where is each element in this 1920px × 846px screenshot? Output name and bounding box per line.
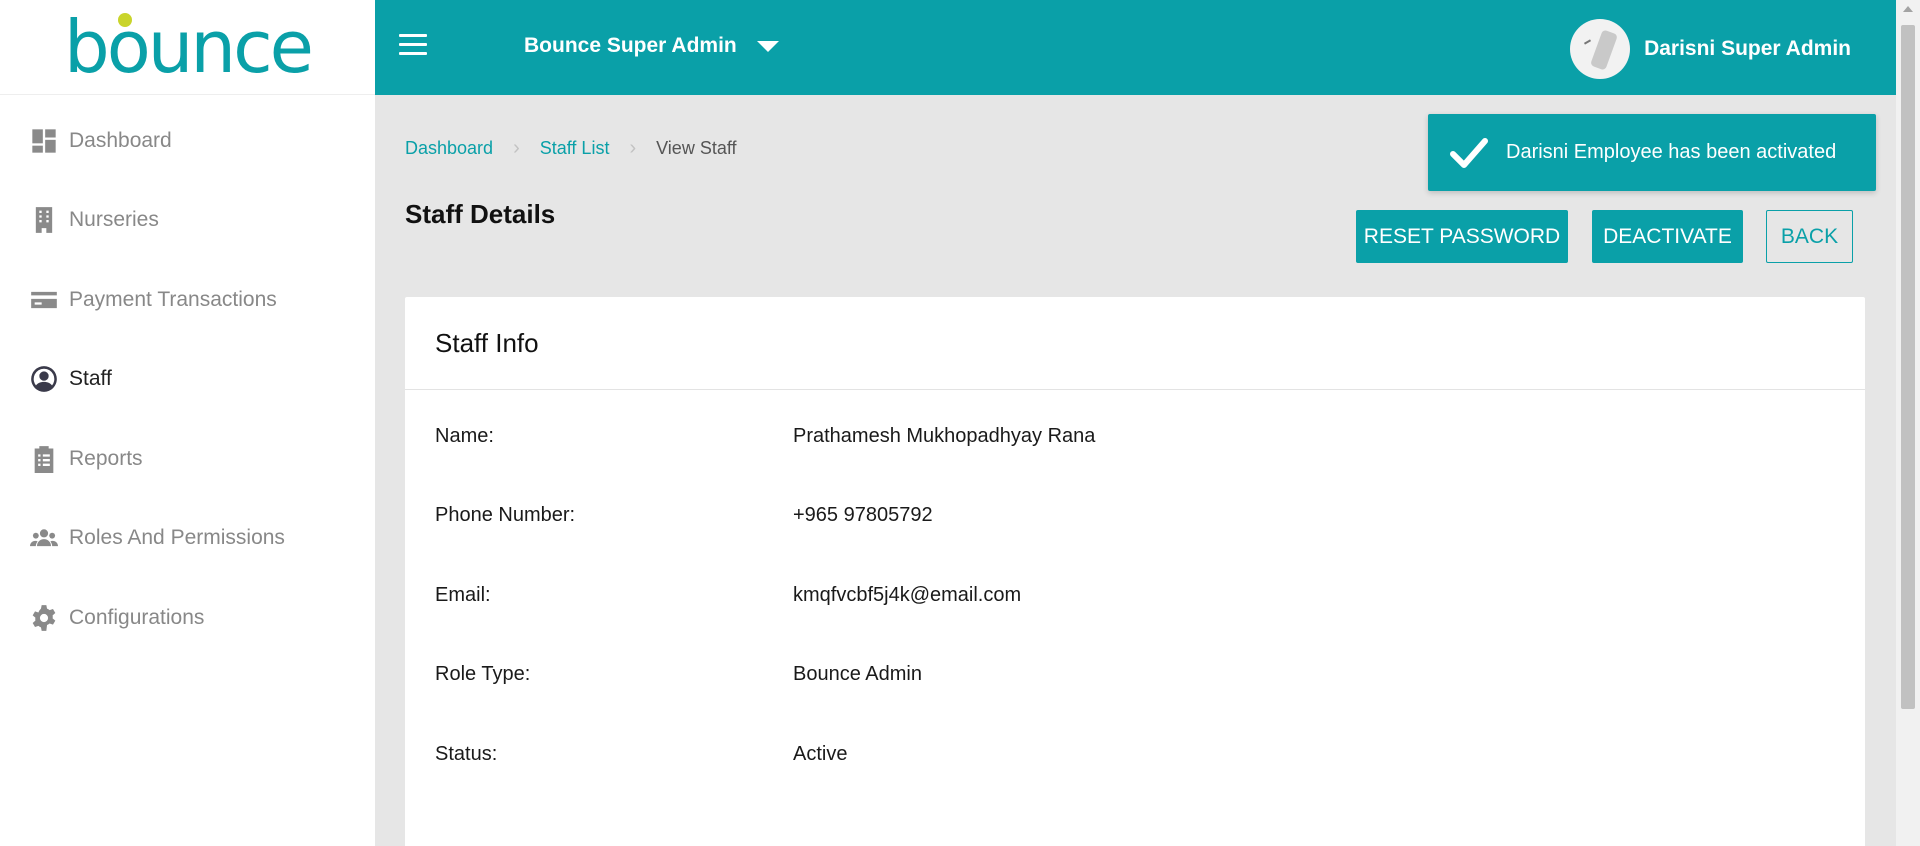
- logo-dot: [118, 13, 133, 27]
- building-icon: [30, 206, 58, 234]
- organization-name: Bounce Super Admin: [524, 34, 737, 57]
- sidebar-item-roles-and-permissions[interactable]: Roles And Permissions: [0, 499, 375, 579]
- deactivate-button[interactable]: DEACTIVATE: [1592, 210, 1743, 263]
- field-label: Email:: [435, 584, 491, 606]
- field-label: Role Type:: [435, 663, 531, 685]
- field-value: Prathamesh Mukhopadhyay Rana: [793, 425, 1096, 447]
- scrollbar-thumb[interactable]: [1901, 25, 1915, 709]
- user-menu[interactable]: Darisni Super Admin: [1570, 19, 1851, 79]
- sidebar-item-label: Roles And Permissions: [69, 526, 285, 550]
- sidebar-item-label: Dashboard: [69, 128, 172, 152]
- sidebar-item-nurseries[interactable]: Nurseries: [0, 181, 375, 261]
- sidebar-item-configurations[interactable]: Configurations: [0, 578, 375, 658]
- field-label: Phone Number:: [435, 504, 576, 526]
- bounce-logo[interactable]: bounce: [64, 11, 314, 83]
- back-button[interactable]: BACK: [1766, 210, 1853, 263]
- toast-message: Darisni Employee has been activated: [1506, 141, 1837, 163]
- field-value: kmqfvcbf5j4k@email.com: [793, 584, 1022, 606]
- sidebar-item-label: Nurseries: [69, 208, 159, 232]
- scroll-up-arrow-icon[interactable]: [1903, 6, 1913, 12]
- page-title: Staff Details: [405, 199, 556, 229]
- gear-icon: [30, 604, 58, 632]
- staff-info-card: Staff Info Name: Prathamesh Mukhopadhyay…: [405, 297, 1865, 846]
- sidebar-item-label: Reports: [69, 446, 143, 470]
- breadcrumb-staff-list[interactable]: Staff List: [540, 138, 610, 159]
- card-title: Staff Info: [405, 297, 1865, 390]
- sidebar-item-label: Configurations: [69, 605, 205, 629]
- sidebar-item-payment-transactions[interactable]: Payment Transactions: [0, 260, 375, 340]
- sidebar: bounce Dashboard Nurseries Payment Trans…: [0, 0, 375, 846]
- sidebar-item-label: Staff: [69, 367, 112, 391]
- caret-down-icon: [756, 40, 779, 52]
- vertical-scrollbar[interactable]: [1896, 0, 1920, 846]
- breadcrumb-view-staff: View Staff: [656, 138, 737, 158]
- reset-password-button[interactable]: RESET PASSWORD: [1356, 210, 1568, 263]
- users-group-icon: [30, 524, 58, 552]
- field-value: +965 97805792: [793, 504, 933, 526]
- sidebar-item-staff[interactable]: Staff: [0, 340, 375, 420]
- logo-area: bounce: [0, 0, 375, 95]
- user-circle-icon: [30, 365, 58, 393]
- chevron-right-icon: ›: [513, 137, 520, 159]
- sidebar-item-reports[interactable]: Reports: [0, 419, 375, 499]
- checkmark-icon: [1450, 137, 1488, 168]
- field-label: Status:: [435, 743, 498, 765]
- organization-dropdown[interactable]: Bounce Super Admin: [524, 34, 779, 58]
- field-label: Name:: [435, 425, 494, 447]
- user-name: Darisni Super Admin: [1644, 37, 1851, 60]
- chevron-right-icon: ›: [629, 137, 637, 159]
- sidebar-item-dashboard[interactable]: Dashboard: [0, 101, 375, 181]
- dashboard-icon: [30, 127, 58, 155]
- logo-text: bounce: [64, 5, 314, 89]
- hamburger-menu-icon[interactable]: [399, 34, 427, 58]
- sidebar-item-label: Payment Transactions: [69, 287, 277, 311]
- top-header: Bounce Super Admin Darisni Super Admin: [375, 0, 1896, 95]
- sidebar-nav: Dashboard Nurseries Payment Transactions…: [0, 101, 375, 658]
- clipboard-icon: [30, 445, 58, 473]
- field-value: Bounce Admin: [793, 663, 922, 685]
- credit-card-icon: [30, 286, 58, 314]
- breadcrumb-dashboard[interactable]: Dashboard: [405, 138, 493, 159]
- avatar: [1570, 19, 1631, 79]
- success-toast: Darisni Employee has been activated: [1428, 114, 1876, 191]
- breadcrumb: Dashboard › Staff List › View Staff: [405, 137, 737, 160]
- field-value: Active: [793, 743, 848, 765]
